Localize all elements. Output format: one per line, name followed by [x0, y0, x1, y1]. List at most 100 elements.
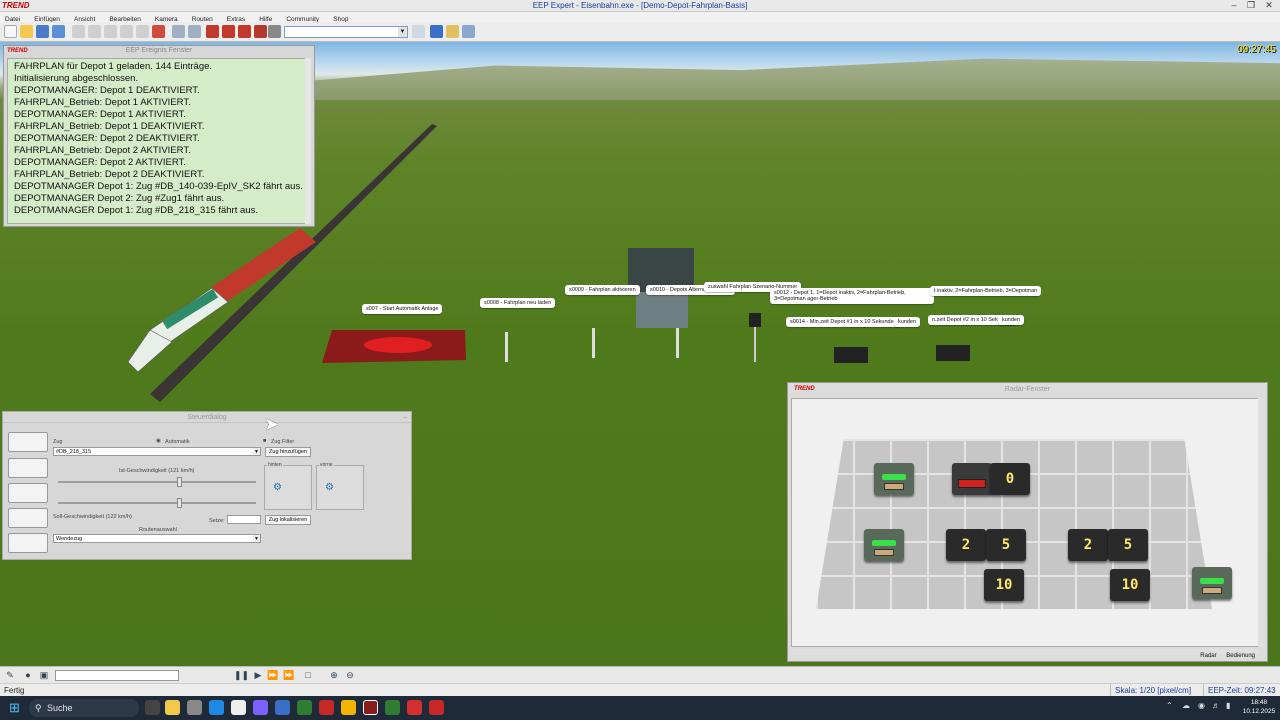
redo-icon[interactable]	[188, 25, 201, 38]
wifi-icon[interactable]: ◉	[1198, 701, 1205, 710]
camera-select[interactable]	[55, 670, 179, 681]
volume-icon[interactable]: ♬	[1212, 701, 1220, 710]
control-dialog[interactable]: Steuerdialog – Zug ◉ Automatik ■ Zug Fil…	[2, 411, 412, 560]
depot2-time-tile[interactable]: 5	[1108, 529, 1148, 561]
tab-radar[interactable]: Radar	[1200, 653, 1216, 659]
train-2-icon[interactable]	[222, 25, 235, 38]
task-view-icon[interactable]	[145, 700, 160, 715]
event-window-header[interactable]: TREND EEP Ereignis Fenster	[4, 46, 314, 56]
taskbar-clock[interactable]: 18:48 10.12.2025	[1241, 698, 1277, 716]
start-tile[interactable]	[952, 463, 992, 495]
track-mode-button[interactable]	[8, 533, 48, 553]
radar-view[interactable]: 0 2 5 2 5 10 10	[791, 398, 1259, 647]
zug-hinzufuegen-button[interactable]: Zug hinzufügen	[265, 447, 311, 457]
depot1-timer-tile[interactable]: 10	[984, 569, 1024, 601]
windows-start-icon[interactable]: ⊞	[9, 701, 22, 714]
lock-icon[interactable]: ▣	[38, 670, 50, 681]
cut-icon[interactable]	[72, 25, 85, 38]
frame-icon[interactable]: □	[302, 670, 314, 681]
camera-icon[interactable]: ●	[22, 670, 34, 681]
event-log[interactable]: FAHRPLAN für Depot 1 geladen. 144 Einträ…	[7, 58, 310, 224]
properties-icon[interactable]	[136, 25, 149, 38]
3d-viewport[interactable]: 09:27:45 s007 - Start Automatik Anlage s…	[0, 42, 1280, 666]
zoom-out-icon[interactable]: ⊖	[344, 670, 356, 681]
soll-speed-slider[interactable]	[58, 502, 256, 504]
scenario-tile[interactable]: 0	[990, 463, 1030, 495]
event-scrollbar[interactable]	[305, 58, 311, 224]
event-window[interactable]: TREND EEP Ereignis Fenster FAHRPLAN für …	[3, 45, 315, 227]
faster-forward-icon[interactable]: ⏩	[283, 670, 295, 681]
teams-icon[interactable]	[253, 700, 268, 715]
eep-app-icon[interactable]	[363, 700, 378, 715]
new-file-icon[interactable]	[4, 25, 17, 38]
xbox-icon[interactable]	[297, 700, 312, 715]
chrome-icon[interactable]	[341, 700, 356, 715]
radar-horizontal-scrollbar[interactable]	[791, 649, 1259, 655]
depot-tile[interactable]	[1192, 567, 1232, 599]
ist-speed-thumb[interactable]	[176, 477, 182, 487]
soll-speed-thumb[interactable]	[176, 498, 182, 508]
zug-lokalisieren-button[interactable]: Zug lokalisieren	[265, 515, 311, 525]
taskbar-search[interactable]: ⚲ Suche	[29, 699, 139, 717]
app-2-icon[interactable]	[231, 700, 246, 715]
radar-window[interactable]: TREND Radar-Fenster 0 2 5 2 5 10 10 Rada…	[787, 382, 1268, 662]
zug-filter-checkbox-icon[interactable]: ■	[263, 438, 266, 444]
battery-icon[interactable]: ▮	[1226, 701, 1230, 710]
restore-icon[interactable]: ❐	[1243, 0, 1259, 12]
automatik-radio-icon[interactable]: ◉	[156, 438, 161, 444]
chevron-up-icon[interactable]: ⌃	[1166, 701, 1173, 710]
depot-tile[interactable]	[874, 463, 914, 495]
train-settings-icon[interactable]	[268, 25, 281, 38]
radar-icon[interactable]	[462, 25, 475, 38]
train-4-icon[interactable]	[254, 25, 267, 38]
close-icon[interactable]: –	[403, 412, 407, 423]
zoom-in-icon[interactable]: ⊕	[328, 670, 340, 681]
ship-mode-button[interactable]	[8, 508, 48, 528]
coupler-front-icon[interactable]: ⚙	[325, 482, 334, 493]
toolbar-dropdown[interactable]: ▼	[284, 26, 408, 38]
depot1-time-tile[interactable]: 5	[986, 529, 1026, 561]
close-icon[interactable]: ✕	[1261, 0, 1277, 12]
zug-select[interactable]: #DB_218_315 ▼	[53, 447, 261, 456]
tab-bedienung[interactable]: Bedienung	[1226, 653, 1255, 659]
network-icon[interactable]: ☁	[1182, 701, 1190, 710]
edge-icon[interactable]	[209, 700, 224, 715]
radar-vertical-scrollbar[interactable]	[1258, 398, 1264, 647]
signal-icon[interactable]	[412, 25, 425, 38]
routen-select[interactable]: Wendezug ▼	[53, 534, 261, 543]
script-icon[interactable]	[446, 25, 459, 38]
landscape-icon[interactable]	[430, 25, 443, 38]
depot-tile[interactable]	[864, 529, 904, 561]
depot1-mode-tile[interactable]: 2	[946, 529, 986, 561]
undo-icon[interactable]	[172, 25, 185, 38]
crane-mode-button[interactable]	[8, 483, 48, 503]
control-dialog-header[interactable]: Steuerdialog –	[3, 412, 411, 423]
open-folder-icon[interactable]	[20, 25, 33, 38]
depot2-timer-tile[interactable]: 10	[1110, 569, 1150, 601]
train-icon[interactable]	[206, 25, 219, 38]
train-3-icon[interactable]	[238, 25, 251, 38]
app-4-icon[interactable]	[319, 700, 334, 715]
pause-icon[interactable]: ❚❚	[234, 670, 249, 681]
wagon-mode-button[interactable]	[8, 458, 48, 478]
setze-input[interactable]	[227, 515, 261, 524]
app-icon[interactable]	[187, 700, 202, 715]
save-icon[interactable]	[36, 25, 49, 38]
radar-window-header[interactable]: TREND Radar-Fenster	[788, 383, 1267, 396]
app-5-icon[interactable]	[407, 700, 422, 715]
explorer-icon[interactable]	[165, 700, 180, 715]
fast-forward-icon[interactable]: ⏩	[267, 670, 279, 681]
minimize-icon[interactable]: –	[1226, 0, 1242, 12]
depot2-mode-tile[interactable]: 2	[1068, 529, 1108, 561]
paste-icon[interactable]	[104, 25, 117, 38]
loco-mode-button[interactable]	[8, 432, 48, 452]
coupler-rear-icon[interactable]: ⚙	[273, 482, 282, 493]
play-icon[interactable]: ▶	[252, 670, 264, 681]
app-6-icon[interactable]	[429, 700, 444, 715]
save-as-icon[interactable]	[52, 25, 65, 38]
ist-speed-slider[interactable]	[58, 481, 256, 483]
edit-icon[interactable]: ✎	[4, 670, 16, 681]
delete-icon[interactable]	[120, 25, 133, 38]
excel-icon[interactable]	[385, 700, 400, 715]
app-3-icon[interactable]	[275, 700, 290, 715]
